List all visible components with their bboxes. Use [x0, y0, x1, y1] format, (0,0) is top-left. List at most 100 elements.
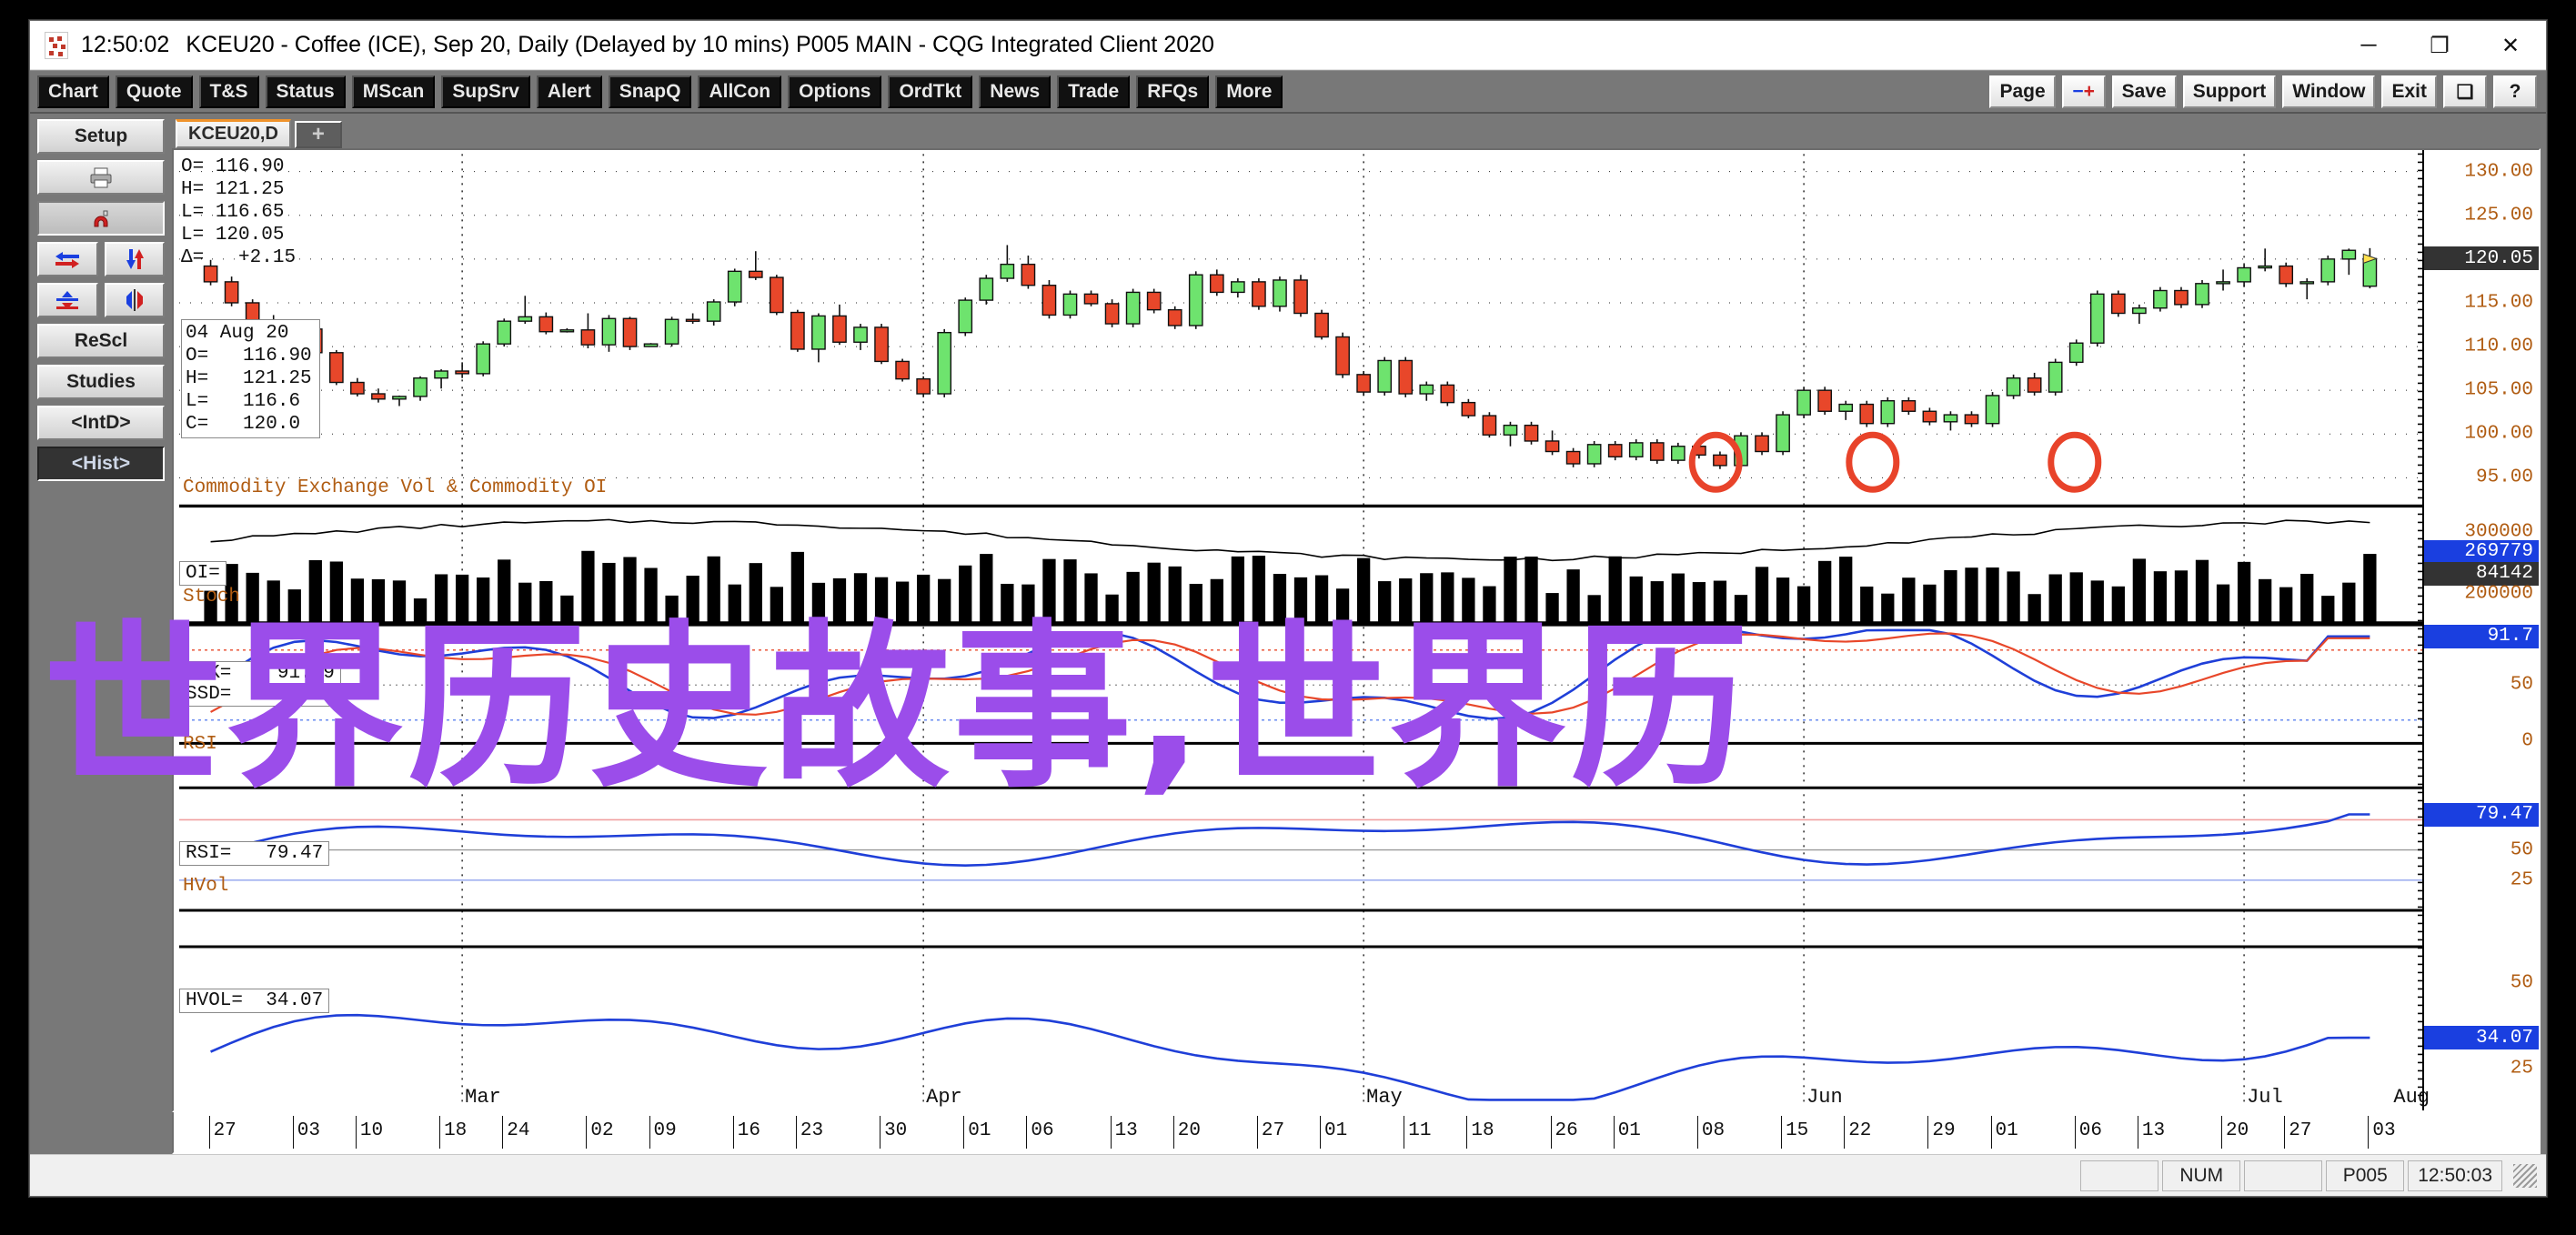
- date-tick: 01: [963, 1116, 991, 1149]
- setup-button[interactable]: Setup: [37, 119, 165, 154]
- horizontal-arrows-icon[interactable]: [37, 242, 98, 276]
- toolbar-button-support[interactable]: Support: [2182, 75, 2277, 108]
- toolbar-button-mscan[interactable]: MScan: [351, 75, 436, 108]
- price-scale[interactable]: 130.00 125.00 120.05 115.00 110.00 105.00 100.…: [2418, 150, 2539, 1110]
- stoch-pane-label: Stoch: [183, 587, 241, 607]
- bar-tooltip: 04 Aug 20 O= 116.90 H= 121.25 L= 116.6 C…: [181, 319, 320, 438]
- price-tick: 95.00: [2475, 467, 2533, 488]
- date-axis: 27 03 10 18 24 02 09 16 23 30 01 06 13 20 27 01 11 18 26 01…: [172, 1112, 2541, 1154]
- add-tab-button[interactable]: +: [294, 121, 342, 148]
- rsi-pane-label: RSI: [183, 734, 217, 755]
- close-button[interactable]: ✕: [2475, 21, 2546, 70]
- toolbar-button-alert[interactable]: Alert: [536, 75, 602, 108]
- hvol-readout: HVOL= 34.07: [179, 989, 330, 1013]
- toolbar-button-ordtkt[interactable]: OrdTkt: [888, 75, 973, 108]
- rescale-button[interactable]: ReScl: [37, 324, 165, 358]
- help-icon[interactable]: ?: [2493, 75, 2537, 108]
- price-tick: 115.00: [2464, 292, 2533, 314]
- zoom-stepper-button[interactable]: − +: [2061, 75, 2106, 108]
- price-highlight: 34.07: [2424, 1026, 2539, 1050]
- date-tick: 29: [1927, 1116, 1956, 1149]
- price-tick: 110.00: [2464, 336, 2533, 357]
- toolbar-button-chart[interactable]: Chart: [37, 75, 109, 108]
- hvol-eq-label: HVOL=: [186, 990, 244, 1011]
- horizontal-arrows-glyph: [55, 252, 80, 268]
- date-tick: 23: [795, 1116, 823, 1149]
- magnet-icon-glyph: [94, 210, 108, 227]
- studies-button[interactable]: Studies: [37, 365, 165, 399]
- volume-pane-label: Commodity Exchange Vol & Commodity OI: [183, 477, 608, 498]
- date-tick: 15: [1781, 1116, 1808, 1149]
- toolbar-button-save[interactable]: Save: [2111, 75, 2177, 108]
- resize-grip[interactable]: [2513, 1163, 2537, 1188]
- toolbar-button-news[interactable]: News: [979, 75, 1052, 108]
- price-tick: 0: [2521, 730, 2533, 752]
- ssk-label: SSK=: [186, 663, 232, 684]
- stoch-readout: SSK= 91.69 SSD= 90.12: [179, 661, 341, 707]
- date-tick: 02: [586, 1116, 614, 1149]
- toolbar-button-more[interactable]: More: [1215, 75, 1283, 108]
- toolbar-button-ts[interactable]: T&S: [198, 75, 259, 108]
- rsi-readout: RSI= 79.47: [179, 841, 330, 866]
- date-tick: 18: [439, 1116, 467, 1149]
- price-highlight: 79.47: [2424, 802, 2539, 827]
- date-tick: 13: [1110, 1116, 1138, 1149]
- chart-plot-area[interactable]: [174, 150, 2539, 1110]
- date-tick: 26: [1550, 1116, 1578, 1149]
- date-tick: 22: [1844, 1116, 1871, 1149]
- vertical-arrows-icon[interactable]: [104, 242, 165, 276]
- intraday-button[interactable]: <IntD>: [37, 406, 165, 440]
- toolbar-button-options[interactable]: Options: [788, 75, 882, 108]
- minimize-button[interactable]: ─: [2333, 21, 2404, 70]
- date-tick: 01: [1990, 1116, 2018, 1149]
- maximize-button[interactable]: ❐: [2404, 21, 2475, 70]
- rail-row-2: [37, 283, 165, 317]
- date-tick: 03: [292, 1116, 320, 1149]
- restore-window-icon[interactable]: ❏: [2443, 75, 2487, 108]
- historical-button[interactable]: <Hist>: [37, 447, 165, 481]
- toolbar-button-rfqs[interactable]: RFQs: [1136, 75, 1210, 108]
- tooltip-date: 04 Aug 20: [186, 323, 289, 344]
- tab-kceu20-d[interactable]: KCEU20,D: [176, 119, 291, 148]
- tooltip-high-label: H=: [186, 368, 209, 389]
- status-num-indicator: NUM: [2162, 1160, 2241, 1191]
- print-icon[interactable]: [37, 160, 165, 195]
- toolbar-button-exit[interactable]: Exit: [2381, 75, 2437, 108]
- toolbar-button-status[interactable]: Status: [265, 75, 346, 108]
- date-tick: 01: [1613, 1116, 1641, 1149]
- price-tick: 25: [2510, 869, 2533, 891]
- expand-icon[interactable]: [104, 283, 165, 317]
- toolbar-button-snapq[interactable]: SnapQ: [608, 75, 692, 108]
- chart-canvas[interactable]: O= 116.90 H= 121.25 L= 116.65 L= 120.05 …: [172, 148, 2541, 1112]
- toolbar-button-supsrv[interactable]: SupSrv: [441, 75, 530, 108]
- date-tick: 20: [1172, 1116, 1201, 1149]
- tooltip-low: 116.6: [243, 391, 301, 412]
- month-label: May: [1366, 1086, 1403, 1109]
- expand-glyph: [126, 289, 143, 311]
- date-tick: 06: [1026, 1116, 1054, 1149]
- window-title: KCEU20 - Coffee (ICE), Sep 20, Daily (De…: [186, 32, 1214, 57]
- toolbar-button-window[interactable]: Window: [2282, 75, 2376, 108]
- date-tick: 13: [2137, 1116, 2165, 1149]
- toolbar-button-allcon[interactable]: AllCon: [698, 75, 782, 108]
- toolbar-button-quote[interactable]: Quote: [115, 75, 193, 108]
- month-label: Mar: [465, 1086, 501, 1109]
- tooltip-close-label: C=: [186, 414, 209, 435]
- price-tick: 50: [2510, 972, 2533, 994]
- price-tick: 105.00: [2464, 379, 2533, 401]
- price-tick: 130.00: [2464, 161, 2533, 183]
- status-cell-blank-2: [2244, 1160, 2323, 1191]
- toolbar-button-trade[interactable]: Trade: [1057, 75, 1131, 108]
- tooltip-low-label: L=: [186, 391, 209, 412]
- price-highlight: 84142: [2424, 561, 2539, 586]
- hvol-value: 34.07: [266, 990, 324, 1011]
- compress-icon[interactable]: [37, 283, 98, 317]
- month-label: Aug: [2393, 1086, 2430, 1109]
- magnet-icon[interactable]: [37, 201, 165, 236]
- date-tick: 27: [2284, 1116, 2311, 1149]
- month-label: Jun: [1806, 1086, 1843, 1109]
- toolbar-button-page[interactable]: Page: [1989, 75, 2056, 108]
- date-tick: 01: [1320, 1116, 1347, 1149]
- price-tick: 125.00: [2464, 205, 2533, 226]
- tooltip-high: 121.25: [243, 368, 312, 389]
